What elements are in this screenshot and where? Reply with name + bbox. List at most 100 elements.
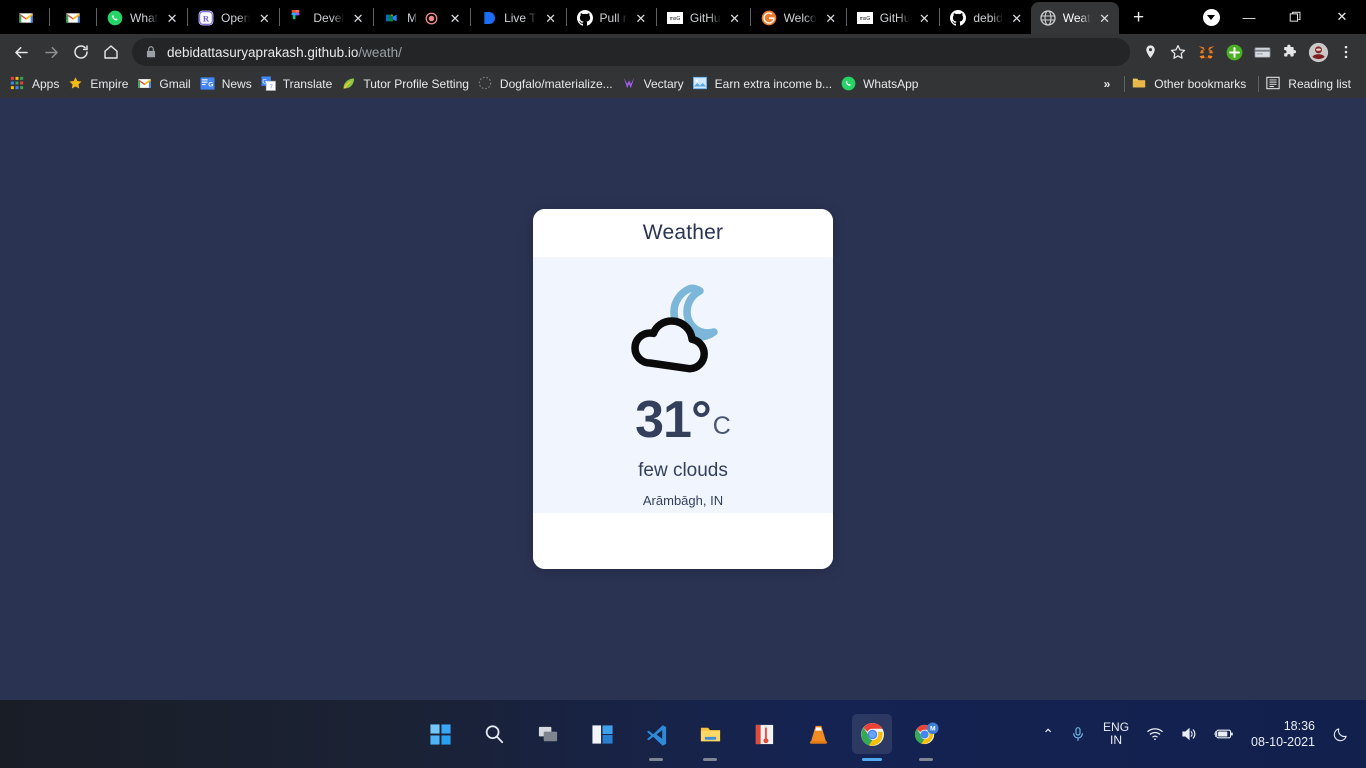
- bookmark-earn-extra-income[interactable]: Earn extra income b...: [691, 72, 839, 96]
- temperature-row: 31° C: [635, 394, 731, 446]
- tab-weather-active[interactable]: Weat ✕: [1030, 2, 1119, 34]
- vlc-button[interactable]: [798, 714, 838, 754]
- tab-debidatta[interactable]: debid ✕: [941, 2, 1030, 34]
- bookmark-gmail[interactable]: Gmail: [135, 72, 197, 96]
- tab-live-t[interactable]: Live T ✕: [472, 2, 564, 34]
- tab-google-meet[interactable]: M ✕: [375, 2, 469, 34]
- tab-close-icon[interactable]: ✕: [445, 8, 465, 28]
- battery-charging-icon[interactable]: [1207, 712, 1241, 756]
- tab-whatsapp[interactable]: What ✕: [98, 2, 186, 34]
- address-bar[interactable]: debidattasuryaprakash.github.io/weath/: [132, 38, 1130, 66]
- tab-close-icon[interactable]: ✕: [1095, 8, 1115, 28]
- clock-time: 18:36: [1283, 719, 1315, 733]
- reading-list-button[interactable]: Reading list: [1264, 72, 1358, 96]
- google-meet-icon: [384, 10, 400, 26]
- vectary-icon: [622, 76, 638, 92]
- vscode-button[interactable]: [636, 714, 676, 761]
- tab-github-1[interactable]: msG GitHu ✕: [658, 2, 749, 34]
- tab-separator: [845, 8, 847, 26]
- wifi-icon[interactable]: [1139, 712, 1171, 756]
- file-explorer-button[interactable]: [690, 714, 730, 761]
- thermometer-app-button[interactable]: [744, 714, 784, 754]
- tab-welcome[interactable]: Welco ✕: [752, 2, 845, 34]
- maximize-button[interactable]: [1272, 0, 1318, 34]
- bookmark-dogfalo-materialize[interactable]: Dogfalo/materialize...: [476, 72, 620, 96]
- gmail-icon: [18, 10, 34, 26]
- bookmark-tutor-profile-setting[interactable]: Tutor Profile Setting: [339, 72, 476, 96]
- bookmark-vectary[interactable]: Vectary: [620, 72, 691, 96]
- bookmark-apps[interactable]: Apps: [8, 72, 66, 96]
- minimize-button[interactable]: —: [1226, 0, 1272, 34]
- task-view-button[interactable]: [528, 714, 568, 754]
- gmail-icon: [65, 10, 81, 26]
- tab-close-icon[interactable]: ✕: [162, 8, 182, 28]
- tab-gmail-1[interactable]: [4, 2, 48, 34]
- bookmarks-overflow-icon[interactable]: »: [1095, 77, 1120, 91]
- volume-icon[interactable]: [1173, 712, 1205, 756]
- chrome-m-button[interactable]: M: [906, 714, 946, 761]
- tab-close-icon[interactable]: ✕: [348, 8, 368, 28]
- tab-separator: [49, 8, 50, 26]
- microphone-icon[interactable]: [1063, 712, 1093, 756]
- tab-title: M: [407, 11, 418, 25]
- tab-github-2[interactable]: msG GitHu ✕: [848, 2, 939, 34]
- tray-overflow-icon[interactable]: ⌃: [1035, 712, 1061, 756]
- other-bookmarks-button[interactable]: Other bookmarks: [1130, 72, 1253, 96]
- tab-separator: [279, 8, 281, 26]
- tab-close-icon[interactable]: ✕: [631, 8, 651, 28]
- tab-separator: [939, 8, 941, 26]
- close-button[interactable]: ✕: [1318, 0, 1366, 34]
- bookmark-star-icon[interactable]: [1164, 38, 1192, 66]
- bookmark-label: WhatsApp: [863, 77, 919, 91]
- tab-close-icon[interactable]: ✕: [541, 8, 561, 28]
- bookmark-empire[interactable]: Empire: [66, 72, 135, 96]
- whatsapp-icon: [107, 10, 123, 26]
- google-translate-icon: G7: [261, 76, 277, 92]
- reload-icon[interactable]: [66, 37, 96, 67]
- bookmark-translate[interactable]: G7 Translate: [259, 72, 340, 96]
- tab-open[interactable]: R Open ✕: [189, 2, 278, 34]
- tab-separator: [749, 8, 751, 26]
- svg-text:G: G: [208, 81, 213, 88]
- forward-icon[interactable]: [36, 37, 66, 67]
- lock-icon: [144, 45, 158, 59]
- chrome-menu-icon[interactable]: [1332, 38, 1360, 66]
- profile-avatar[interactable]: [1304, 38, 1332, 66]
- extensions-puzzle-icon[interactable]: [1276, 38, 1304, 66]
- blue-app-icon: [481, 10, 497, 26]
- start-button[interactable]: [420, 714, 460, 754]
- metamask-icon[interactable]: [1192, 38, 1220, 66]
- dotted-icon: [478, 76, 494, 92]
- folder-icon: [1132, 76, 1148, 92]
- bookmark-whatsapp[interactable]: WhatsApp: [839, 72, 925, 96]
- bookmark-news[interactable]: G News: [198, 72, 259, 96]
- clock[interactable]: 18:36 08-10-2021: [1243, 718, 1323, 750]
- running-indicator: [703, 758, 717, 761]
- tab-devel[interactable]: Devel ✕: [281, 2, 372, 34]
- new-tab-button[interactable]: +: [1125, 4, 1153, 32]
- tab-gmail-2[interactable]: [51, 2, 95, 34]
- location-pin-icon[interactable]: [1136, 38, 1164, 66]
- home-icon[interactable]: [96, 37, 126, 67]
- chrome-button[interactable]: [852, 714, 892, 761]
- tab-close-icon[interactable]: ✕: [1007, 8, 1027, 28]
- tab-close-icon[interactable]: ✕: [821, 8, 841, 28]
- back-icon[interactable]: [6, 37, 36, 67]
- tab-close-icon[interactable]: ✕: [914, 8, 934, 28]
- widgets-button[interactable]: [582, 714, 622, 754]
- svg-text:R: R: [203, 13, 210, 23]
- svg-text:M: M: [929, 725, 935, 732]
- moon-dnd-icon[interactable]: [1325, 712, 1356, 756]
- green-plus-icon[interactable]: [1220, 38, 1248, 66]
- tab-title: Welco: [783, 11, 817, 25]
- tab-close-icon[interactable]: ✕: [725, 8, 745, 28]
- reading-list-icon: [1266, 76, 1282, 92]
- search-button[interactable]: [474, 714, 514, 754]
- bookmark-label: Dogfalo/materialize...: [499, 77, 613, 91]
- bookmarks-divider-2: [1258, 76, 1260, 92]
- tab-pull-request[interactable]: Pull r ✕: [568, 2, 655, 34]
- tab-close-icon[interactable]: ✕: [254, 8, 274, 28]
- language-indicator[interactable]: ENG IN: [1095, 721, 1137, 747]
- card-icon[interactable]: [1248, 38, 1276, 66]
- tab-search-icon[interactable]: [1196, 8, 1226, 26]
